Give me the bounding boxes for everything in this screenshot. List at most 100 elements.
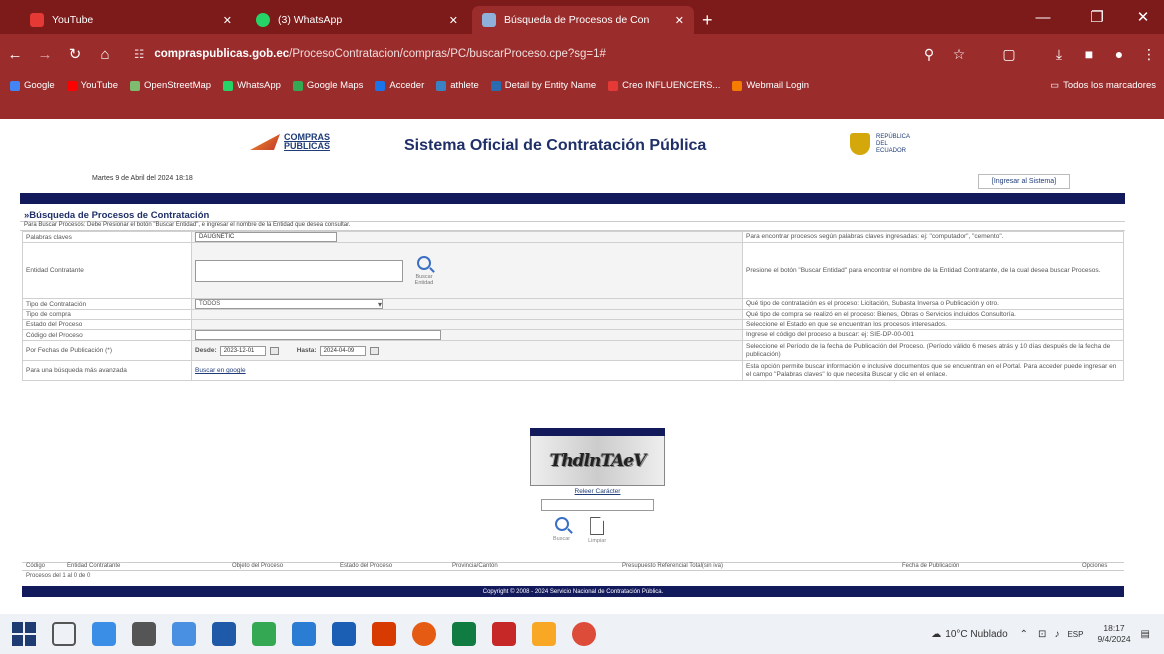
taskbar-app-icon[interactable] (412, 622, 436, 646)
taskbar-app-icon[interactable] (532, 622, 556, 646)
minimize-icon[interactable]: — (1020, 4, 1066, 30)
date-to-input[interactable]: 2024-04-09 (319, 345, 366, 356)
taskbar-app-icon[interactable] (332, 622, 356, 646)
download-icon[interactable]: ⤓ (1044, 46, 1074, 63)
profile-icon[interactable]: ● (1104, 46, 1134, 62)
row-avanzada: Para una búsqueda más avanzada Buscar en … (22, 360, 1124, 381)
calendar-icon[interactable] (269, 346, 279, 355)
compras-publicas-logo[interactable]: COMPRAS PUBLICAS (250, 133, 330, 151)
all-bookmarks[interactable]: ▭ Todos los marcadores (1050, 80, 1156, 91)
tab-youtube[interactable]: YouTube ✕ (20, 6, 242, 34)
taskbar-app-icon[interactable] (92, 622, 116, 646)
reload-captcha-link[interactable]: Releer Carácter (530, 488, 665, 495)
date-from-input[interactable]: 2023-12-01 (219, 345, 266, 356)
clock[interactable]: 18:17 9/4/2024 (1097, 623, 1130, 645)
bookmark-youtube[interactable]: YouTube (66, 80, 118, 91)
close-icon[interactable]: ✕ (675, 14, 684, 27)
site-info-icon[interactable]: ☷ (134, 47, 144, 61)
taskbar-app-icon[interactable] (492, 622, 516, 646)
magnifier-icon (554, 517, 569, 531)
page-icon (482, 13, 496, 27)
taskbar-app-icon[interactable] (212, 622, 236, 646)
calendar-icon[interactable] (369, 346, 379, 355)
tab-whatsapp[interactable]: (3) WhatsApp ✕ (246, 6, 468, 34)
google-icon (10, 80, 20, 91)
bookmark-whatsapp[interactable]: WhatsApp (223, 80, 281, 91)
row-codigo: Código del Proceso Ingrese el código del … (22, 329, 1124, 341)
form-actions: Buscar Limpiar (553, 517, 606, 544)
login-link[interactable]: [Ingresar al Sistema] (978, 174, 1070, 189)
bookmark-athlete[interactable]: athlete (436, 80, 479, 91)
page-title: Sistema Oficial de Contratación Pública (404, 137, 707, 154)
chrome-icon[interactable] (572, 622, 596, 646)
taskbar-app-icon[interactable] (372, 622, 396, 646)
maximize-icon[interactable]: ❐ (1074, 4, 1120, 30)
taskbar-app-icon[interactable] (132, 622, 156, 646)
row-estado: Estado del Proceso Seleccione el Estado e… (22, 319, 1124, 330)
coat-of-arms-icon (850, 133, 870, 155)
taskbar-app-icon[interactable] (172, 622, 196, 646)
notification-icon[interactable]: ▤ (1141, 629, 1150, 640)
address-bar[interactable]: ☷ compraspublicas.gob.ec/ProcesoContratac… (134, 40, 974, 68)
taskbar-app-icon[interactable] (252, 622, 276, 646)
network-icon[interactable]: ⊡ (1038, 629, 1046, 640)
bookmark-creo[interactable]: Creo INFLUENCERS... (608, 80, 720, 91)
browser-chrome: YouTube ✕ (3) WhatsApp ✕ Búsqueda de Proce… (0, 0, 1164, 119)
extensions-icon[interactable]: ▢ (994, 46, 1024, 63)
back-icon[interactable]: ← (0, 46, 30, 63)
language-indicator[interactable]: ESP (1067, 630, 1083, 639)
entity-input[interactable] (195, 259, 403, 282)
captcha-box: ThdlnTAeV Releer Carácter (530, 428, 665, 511)
zoom-icon[interactable]: ⚲ (914, 46, 944, 63)
weather-text[interactable]: 10°C Nublado (945, 629, 1007, 640)
youtube-icon (66, 80, 77, 91)
taskbar-app-icon[interactable] (452, 622, 476, 646)
row-palabras: Palabras claves DAUGNETIC Para encontrar p… (22, 231, 1124, 243)
close-window-icon[interactable]: ✕ (1120, 4, 1164, 30)
google-search-link[interactable]: Buscar en google (195, 367, 246, 374)
bookmark-google-maps[interactable]: Google Maps (292, 80, 363, 91)
keywords-input[interactable]: DAUGNETIC (195, 232, 337, 242)
close-icon[interactable]: ✕ (223, 14, 232, 27)
forward-icon[interactable]: → (30, 46, 60, 63)
section-title: »Búsqueda de Procesos de Contratación (24, 210, 210, 221)
task-view-icon[interactable] (52, 622, 76, 646)
process-code-input[interactable] (195, 330, 441, 340)
search-entity-button[interactable]: Buscar Entidad (407, 255, 441, 286)
search-button[interactable]: Buscar (553, 517, 570, 544)
captcha-input[interactable] (541, 499, 654, 511)
athlete-icon (436, 80, 447, 91)
home-icon[interactable]: ⌂ (90, 46, 120, 63)
star-icon[interactable]: ☆ (944, 46, 974, 63)
document-icon (490, 80, 501, 91)
page-header: COMPRAS PUBLICAS Sistema Oficial de Contr… (20, 119, 1125, 193)
globe-icon (375, 80, 386, 91)
bookmark-detail-entity[interactable]: Detail by Entity Name (490, 80, 596, 91)
document-icon (590, 517, 605, 535)
volume-icon[interactable]: ♪ (1054, 629, 1059, 640)
search-form: Palabras claves DAUGNETIC Para encontrar p… (22, 231, 1124, 381)
bookmark-acceder[interactable]: Acceder (375, 80, 424, 91)
chevron-up-icon[interactable]: ⌃ (1020, 629, 1028, 640)
bookmark-openstreetmap[interactable]: OpenStreetMap (129, 80, 211, 91)
bookmark-google[interactable]: Google (10, 80, 55, 91)
taskbar: ☁ 10°C Nublado ⌃ ⊡ ♪ ESP 18:17 9/4/2024 ▤ (0, 614, 1164, 654)
menu-icon[interactable]: ⋮ (1134, 46, 1164, 63)
search-note: Para Buscar Procesos: Debe Presionar el … (20, 221, 1125, 231)
reload-icon[interactable]: ↻ (60, 45, 90, 63)
row-entidad: Entidad Contratante Buscar Entidad Presion… (22, 242, 1124, 299)
close-icon[interactable]: ✕ (449, 14, 458, 27)
clear-button[interactable]: Limpiar (588, 517, 606, 544)
windows-start-icon[interactable] (12, 622, 36, 646)
bookmark-webmail[interactable]: Webmail Login (732, 80, 809, 91)
new-tab-button[interactable]: + (698, 6, 713, 34)
logo-arrow-icon (250, 134, 280, 150)
contract-type-select[interactable]: TODOS ▾ (195, 299, 383, 309)
ecuador-logo: REPÚBLICA DEL ECUADOR (850, 133, 910, 155)
sidebar-icon[interactable]: ■ (1074, 46, 1104, 62)
results-header: Código Entidad Contratante Objeto del Pr… (22, 562, 1124, 571)
tab-compras[interactable]: Búsqueda de Procesos de Con ✕ (472, 6, 694, 34)
youtube-icon (30, 13, 44, 27)
whatsapp-icon (256, 13, 270, 27)
taskbar-app-icon[interactable] (292, 622, 316, 646)
